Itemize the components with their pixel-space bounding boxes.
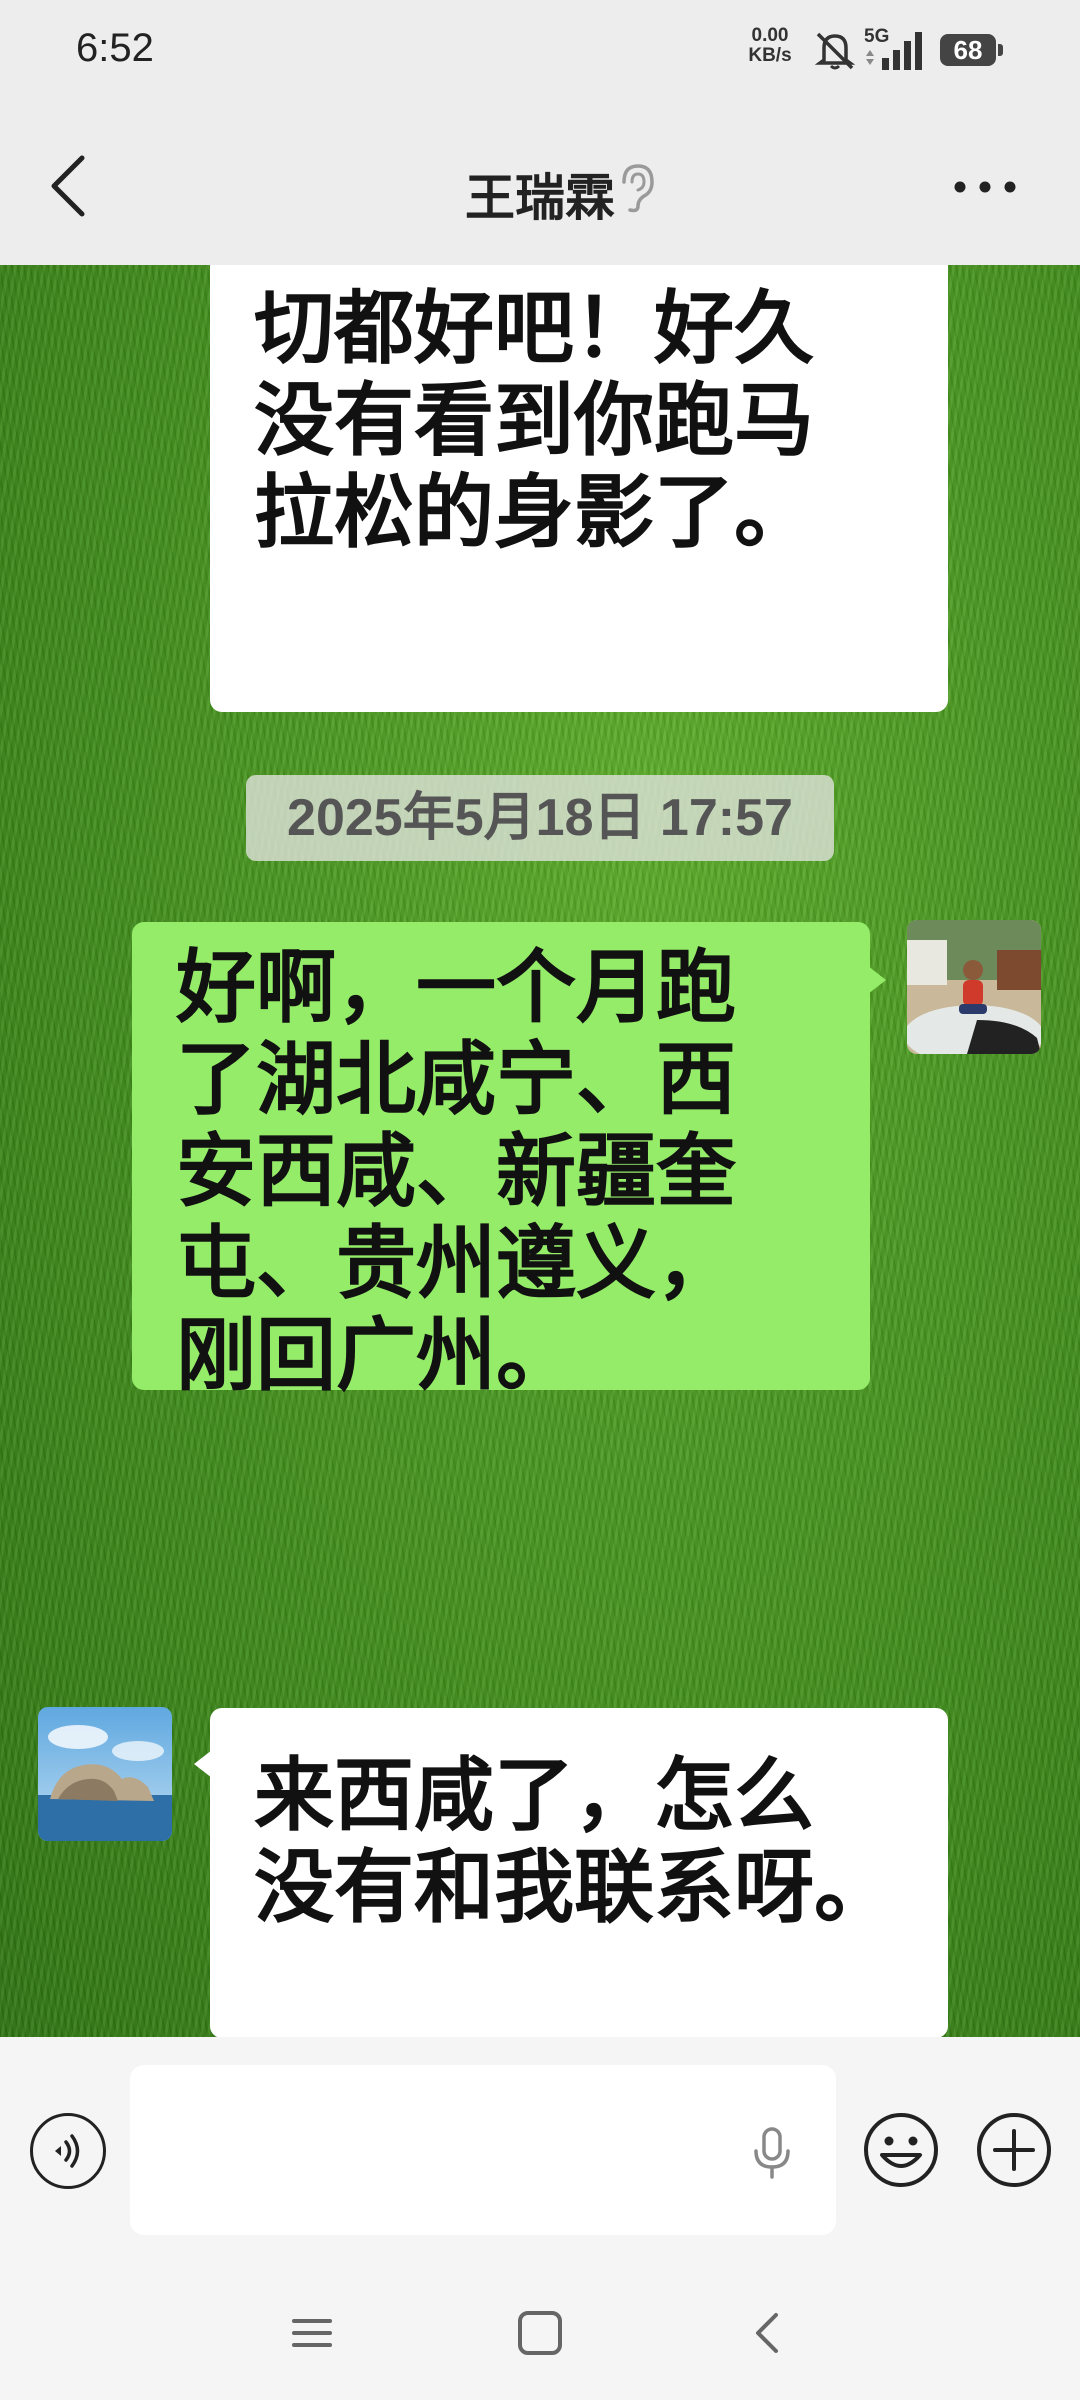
voice-icon [55,2134,80,2168]
message-text: 切都好吧！好久 没有看到你跑马 拉松的身影了。 [254,282,814,559]
avatar-self[interactable] [907,920,1041,1054]
data-arrows-icon [866,50,874,65]
message-bubble-received[interactable]: 切都好吧！好久 没有看到你跑马 拉松的身影了。 [210,265,948,712]
network-speed-value: 0.00 [751,25,789,46]
ear-icon [622,164,654,213]
emoji-icon[interactable] [862,2111,940,2189]
message-bubble-received[interactable]: 来西咸了，怎么 没有和我联系呀。 [194,1708,948,2037]
message-text: 来西咸了，怎么 没有和我联系呀。 [254,1749,894,1934]
chat-area[interactable]: 切都好吧！好久 没有看到你跑马 拉松的身影了。 2025年5月18日 17:57… [0,265,1080,2037]
plus-icon[interactable] [975,2111,1053,2189]
battery-indicator: 68 [940,34,1003,66]
message-bubble-sent[interactable]: 好啊，一个月跑 了湖北咸宁、西 安西咸、新疆奎 屯、贵州遵义， 刚回广州。 [132,922,886,1402]
signal-icon [882,32,922,70]
network-speed: 0.00 KB/s [745,26,795,66]
status-bar: 6:52 0.00 KB/s 5G 68 [0,0,1080,110]
mic-icon[interactable] [752,2127,792,2179]
chat-title: 王瑞霖 [465,169,615,227]
home-nav-icon[interactable] [514,2303,566,2363]
avatar-contact-image [38,1707,172,1841]
input-bar [0,2037,1080,2267]
network-speed-unit: KB/s [748,45,792,66]
avatar-self-image [907,920,1041,1054]
voice-mode-button[interactable] [30,2113,106,2189]
back-nav-icon[interactable] [746,2303,786,2363]
status-time: 6:52 [76,26,154,70]
more-icon[interactable] [950,172,1020,202]
avatar-contact[interactable] [38,1707,172,1841]
message-input[interactable] [130,2065,836,2235]
system-nav-bar [0,2267,1080,2400]
chat-header: 王瑞霖 [0,110,1080,265]
silent-bell-icon [814,32,856,70]
message-text: 好啊，一个月跑 了湖北咸宁、西 安西咸、新疆奎 屯、贵州遵义， 刚回广州。 [176,941,736,1402]
menu-nav-icon[interactable] [288,2303,336,2363]
message-timestamp: 2025年5月18日 17:57 [246,775,834,861]
